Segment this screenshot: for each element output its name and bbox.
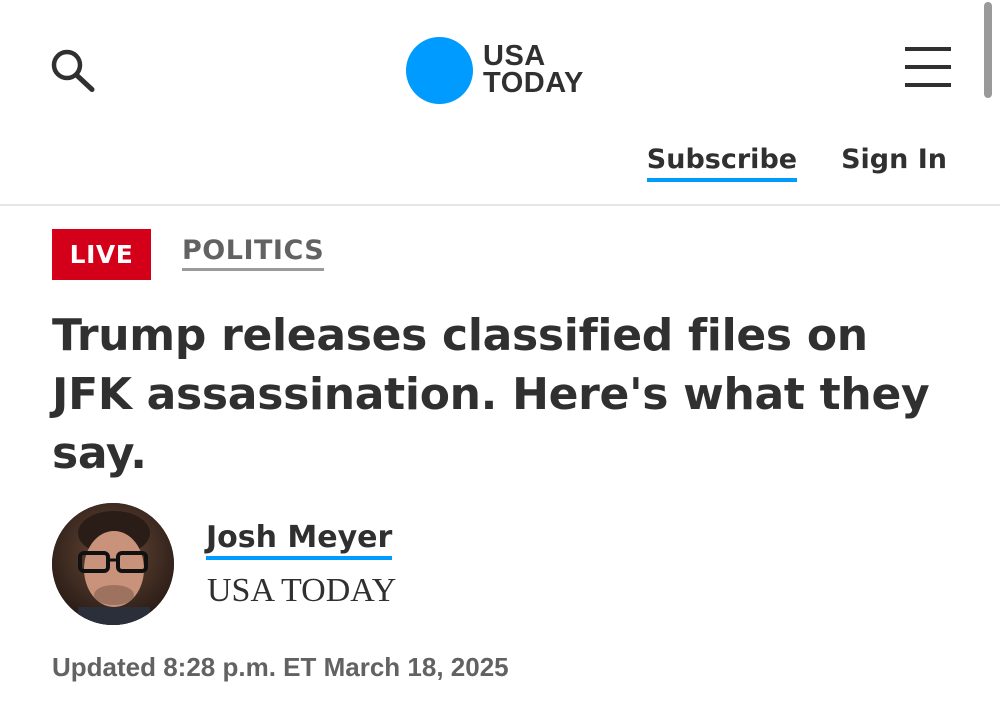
live-badge: LIVE xyxy=(52,229,151,280)
search-button[interactable] xyxy=(48,44,98,94)
page: USA TODAY Subscribe Sign In LIVE POLITIC… xyxy=(0,0,1000,717)
author-organization: USA TODAY xyxy=(207,572,397,609)
logo-line-1: USA xyxy=(483,40,546,72)
subscribe-link[interactable]: Subscribe xyxy=(646,142,798,182)
site-header: USA TODAY Subscribe Sign In xyxy=(0,0,1000,206)
hamburger-menu-icon xyxy=(905,47,951,87)
article-headline: Trump releases classified files on JFK a… xyxy=(52,310,930,479)
section-link-politics[interactable]: POLITICS xyxy=(182,234,325,271)
sign-in-link[interactable]: Sign In xyxy=(841,142,947,178)
scrollbar-thumb[interactable] xyxy=(984,2,992,98)
menu-button[interactable] xyxy=(902,44,956,90)
search-icon xyxy=(51,49,95,92)
logo-dot-icon xyxy=(406,36,473,104)
logo-line-2: TODAY xyxy=(483,67,584,99)
usa-today-logo[interactable]: USA TODAY xyxy=(406,35,584,105)
account-nav: Subscribe Sign In xyxy=(646,142,947,182)
author-avatar[interactable] xyxy=(52,503,174,625)
author-portrait-image xyxy=(52,503,174,625)
updated-timestamp: Updated 8:28 p.m. ET March 18, 2025 xyxy=(52,652,509,682)
logo-text: USA TODAY xyxy=(483,40,584,99)
author-name-link[interactable]: Josh Meyer xyxy=(206,520,393,560)
